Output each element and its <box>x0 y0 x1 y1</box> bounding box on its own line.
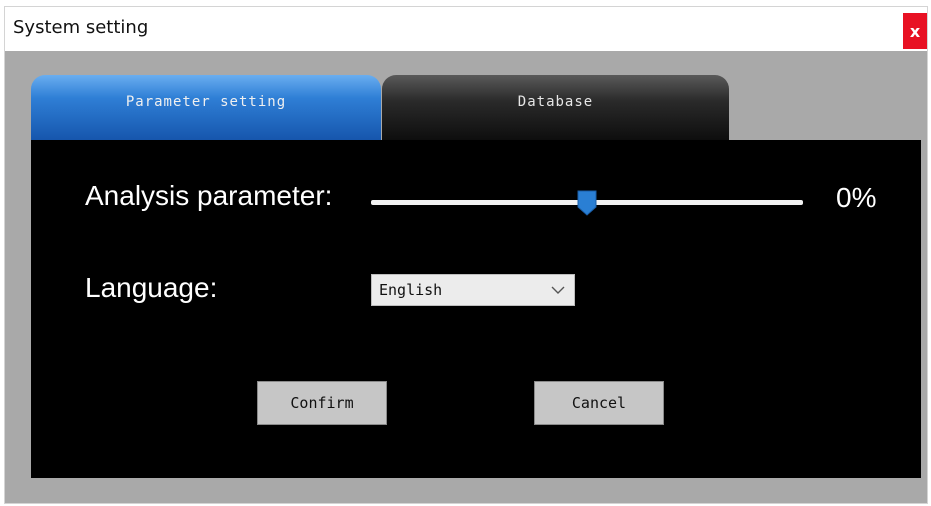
system-setting-dialog: System setting x Parameter setting Datab… <box>4 6 928 504</box>
close-button[interactable]: x <box>903 13 927 49</box>
tab-parameter-setting-label: Parameter setting <box>125 93 287 110</box>
analysis-parameter-label: Analysis parameter: <box>85 180 333 211</box>
language-label: Language: <box>85 272 218 303</box>
title-bar[interactable]: System setting x <box>5 7 927 49</box>
language-select-value: English <box>379 281 443 299</box>
cancel-button-label: Cancel <box>571 394 627 412</box>
slider-thumb[interactable] <box>577 190 597 216</box>
close-icon: x <box>909 21 921 41</box>
tab-database-label: Database <box>517 93 594 110</box>
tab-database[interactable]: Database <box>382 75 729 140</box>
confirm-button-label: Confirm <box>290 394 354 412</box>
confirm-button[interactable]: Confirm <box>257 381 387 425</box>
window-title: System setting <box>13 17 149 38</box>
cancel-button[interactable]: Cancel <box>534 381 664 425</box>
analysis-parameter-value: 0% <box>836 182 877 213</box>
language-select[interactable]: English <box>371 274 575 306</box>
dialog-client-area: Parameter setting Database Analysis para… <box>5 51 927 503</box>
analysis-parameter-slider[interactable] <box>371 190 803 216</box>
tab-parameter-setting[interactable]: Parameter setting <box>31 75 381 140</box>
chevron-down-icon <box>551 286 565 294</box>
parameter-panel: Analysis parameter: 0% Language: English… <box>31 140 921 478</box>
